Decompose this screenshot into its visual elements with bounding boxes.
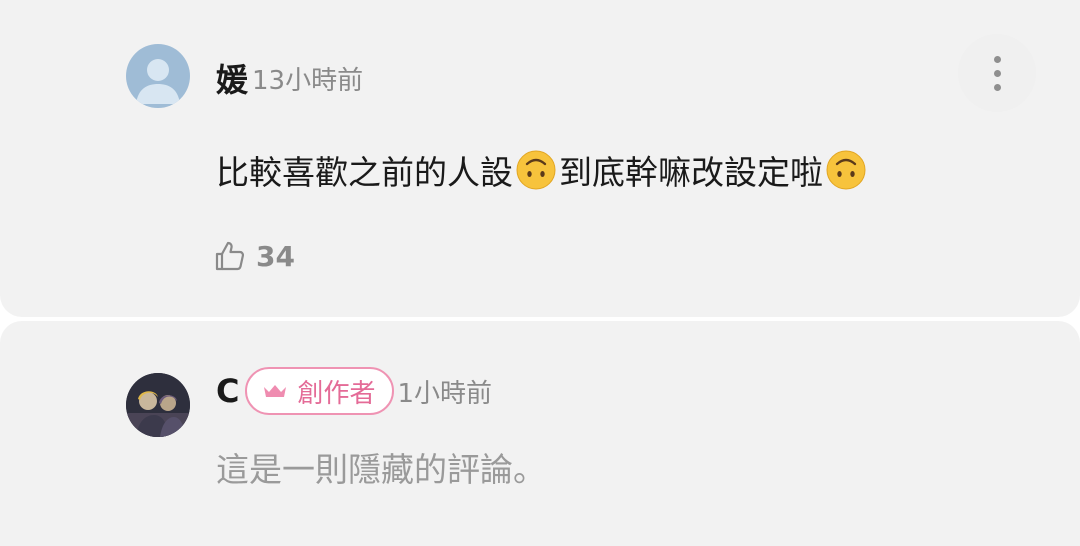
- hidden-comment-text: 這是一則隱藏的評論。: [216, 450, 546, 489]
- badge-label: 創作者: [297, 378, 376, 409]
- crown-icon: [264, 385, 287, 397]
- upside-down-face-icon: [516, 150, 556, 190]
- comment-text-part: 到底幹嘛改設定啦: [559, 153, 823, 192]
- comment-card: 媛 13小時前 比較喜歡之前的人設 到底幹嘛改設定啦 34: [0, 0, 1080, 317]
- timestamp: 1小時前: [397, 378, 493, 409]
- comment-text: 比較喜歡之前的人設 到底幹嘛改設定啦: [216, 145, 869, 195]
- username[interactable]: C: [216, 372, 239, 410]
- more-options-button[interactable]: [958, 34, 1036, 112]
- like-count: 34: [256, 239, 295, 273]
- creator-badge: 創作者: [245, 367, 394, 415]
- avatar[interactable]: [126, 44, 190, 108]
- like-button[interactable]: 34: [214, 236, 295, 276]
- comment-header: C 創作者 1小時前: [216, 363, 492, 419]
- comment-text-part: 比較喜歡之前的人設: [216, 153, 513, 192]
- username[interactable]: 媛: [216, 55, 248, 101]
- default-user-avatar-icon: [136, 59, 180, 104]
- comment-header: 媛 13小時前: [216, 56, 363, 100]
- comment-card: C 創作者 1小時前 這是一則隱藏的評論。: [0, 321, 1080, 546]
- timestamp: 13小時前: [252, 65, 364, 96]
- upside-down-face-icon: [826, 150, 866, 190]
- more-dots-icon: [993, 55, 1001, 63]
- user-photo-avatar-icon: [126, 373, 190, 437]
- avatar[interactable]: [126, 373, 190, 437]
- thumbs-up-icon: [215, 241, 245, 271]
